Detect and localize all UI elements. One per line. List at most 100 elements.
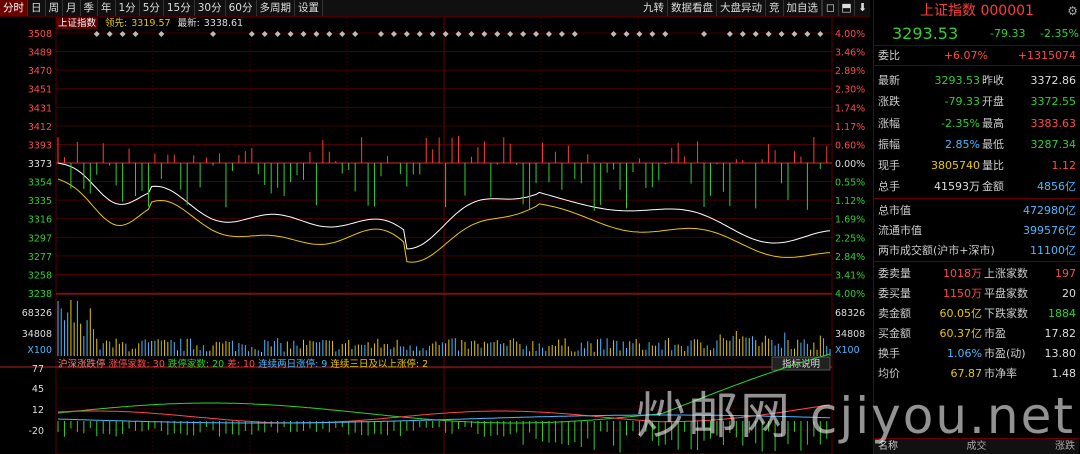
signal-diamond-108 [403,31,410,37]
signal-diamond-136 [494,31,501,37]
tab-6[interactable]: 1分 [116,0,140,16]
market-row-label: 总市值 [878,203,911,217]
quote-row-label: 涨跌 [878,95,900,109]
signal-diamond-220 [765,31,772,37]
market-row-0: 总市值 472980亿 [874,201,1080,221]
tab-5[interactable]: 年 [98,0,116,16]
signal-diamond-208 [726,31,733,37]
stat-value2: 197 [1055,266,1076,280]
gear-icon[interactable]: ⚙ [1067,0,1078,22]
stat-row-0: 委卖量 1018万 上涨家数 197 [874,264,1080,284]
signal-diamond-176 [623,31,630,37]
signal-diamond-116 [429,31,436,37]
quote-row-3: 振幅 2.85% 最低 3287.34 [874,134,1080,155]
layout-icon[interactable]: ⬒ [838,0,854,16]
price-tick-1: 3489 [28,48,52,59]
quote-price: 3293.53 [892,23,959,43]
price-tick-14: 3238 [28,289,52,300]
toolbar-btn-2[interactable]: 大盘异动 [717,0,766,16]
pct-tick-3: 2.30% [835,85,865,96]
vol-tick-left-0: 68326 [22,308,52,319]
quote-title: 上证指数 000001 [920,3,1034,19]
toolbar-btn-1[interactable]: 数据看盘 [668,0,717,16]
signal-diamond-228 [791,31,798,37]
signal-diamond-92 [352,31,359,37]
quote-bottom-bar: 名称 成交 涨跌 [874,438,1079,454]
stat-label: 卖金额 [878,306,911,320]
quote-row-label: 现手 [878,159,900,173]
vol-tick-right-2: X100 [835,345,860,356]
tab-12[interactable]: 设置 [295,0,323,16]
price-tick-0: 3508 [28,29,52,40]
toolbar-btn-3[interactable]: 竞 [766,0,784,16]
toolbar-btn-4[interactable]: 加自选 [784,0,822,16]
signal-diamond-100 [378,31,385,37]
stat-value: 60.37亿 [939,326,983,340]
stat-value: 1.06% [947,346,982,360]
stat-value2: 20 [1062,286,1076,300]
quote-row-value2: 1.12 [1051,159,1077,173]
quote-row-value2: 3383.63 [1030,116,1077,130]
intraday-chart[interactable]: 3508 4.00% 3489 3.46% 3470 2.89% 3451 2.30% 3431… [0,17,873,454]
quote-rows: 最新 3293.53 昨收 3372.86 涨跌 -79.33 开盘 3372.55 涨幅 -2.… [874,66,1080,198]
tab-3[interactable]: 月 [63,0,81,16]
tab-10[interactable]: 60分 [226,0,257,16]
tab-7[interactable]: 5分 [140,0,164,16]
window-icon[interactable]: ◻ [822,0,838,16]
period-toolbar: 分时日周月季年 1分 5分 15分 30分 60分 多周期 设置 九转 数据看盘 大盘异动竞加自选… [0,0,870,17]
pct-tick-12: 2.84% [835,252,865,263]
weibi-pct: +6.07% [943,49,988,62]
signal-diamond-180 [636,31,643,37]
market-row-value: 472980亿 [1023,203,1076,217]
signal-diamond-48 [210,31,217,37]
bottom-tab-2[interactable]: 涨跌 [1055,439,1075,454]
bottom-tab-1[interactable]: 成交 [967,439,987,454]
pct-tick-2: 2.89% [835,66,865,77]
tab-8[interactable]: 15分 [164,0,195,16]
signal-diamond-216 [752,31,759,37]
indicator-button: 指标说明 [782,358,820,370]
dropdown-icon[interactable]: ⬇ [854,0,870,16]
vol-tick-right-1: 34808 [835,329,865,340]
signal-diamond-232 [804,31,811,37]
tab-0[interactable]: 分时 [0,0,28,16]
tab-11[interactable]: 多周期 [257,0,295,16]
quote-row-value2: 3287.34 [1030,137,1077,151]
stat-row-5: 均价 67.87 市净率 1.48 [874,364,1080,384]
bottom-tab-0[interactable]: 名称 [878,439,898,454]
toolbar-btn-0[interactable]: 九转 [640,0,668,16]
stat-label2: 平盘家数 [984,286,1028,300]
stat-label: 委买量 [878,286,911,300]
tab-4[interactable]: 季 [81,0,98,16]
tab-1[interactable]: 日 [28,0,46,16]
signal-diamond-160 [571,31,578,37]
quote-row-label: 涨幅 [878,116,900,130]
tab-2[interactable]: 周 [46,0,63,16]
tab-9[interactable]: 30分 [195,0,226,16]
market-row-2: 两市成交额(沪市+深市) 11100亿 [874,241,1080,261]
quote-row-1: 涨跌 -79.33 开盘 3372.55 [874,91,1080,112]
signal-diamond-68 [274,31,281,37]
signal-diamond-148 [533,31,540,37]
quote-row-value: 3293.53 [934,74,981,87]
pct-tick-8: 0.55% [835,178,865,189]
quote-row-2: 涨幅 -2.35% 最高 3383.63 [874,113,1080,134]
signal-diamond-132 [481,31,488,37]
market-row-value: 11100亿 [1030,243,1076,257]
stat-label2: 市盈(动) [984,346,1026,360]
stat-label: 换手 [878,346,900,360]
market-row-value: 399576亿 [1023,223,1076,237]
stat-row-4: 换手 1.06% 市盈(动) 13.80 [874,344,1080,364]
weibi-value: +1315074 [1017,49,1076,62]
btm-tick-0: 77 [32,364,44,375]
pct-tick-4: 1.74% [835,103,865,114]
signal-diamond-20 [119,31,126,37]
pct-tick-13: 3.41% [835,270,865,281]
price-tick-10: 3316 [28,215,52,226]
stat-row-1: 委买量 1150万 平盘家数 20 [874,284,1080,304]
market-row-label: 两市成交额(沪市+深市) [878,243,995,257]
price-row: 3293.53 -79.33 -2.35% [874,22,1080,46]
stat-value2: 1.48 [1051,366,1077,380]
stat-value2: 13.80 [1044,346,1077,360]
price-tick-6: 3393 [28,140,52,151]
